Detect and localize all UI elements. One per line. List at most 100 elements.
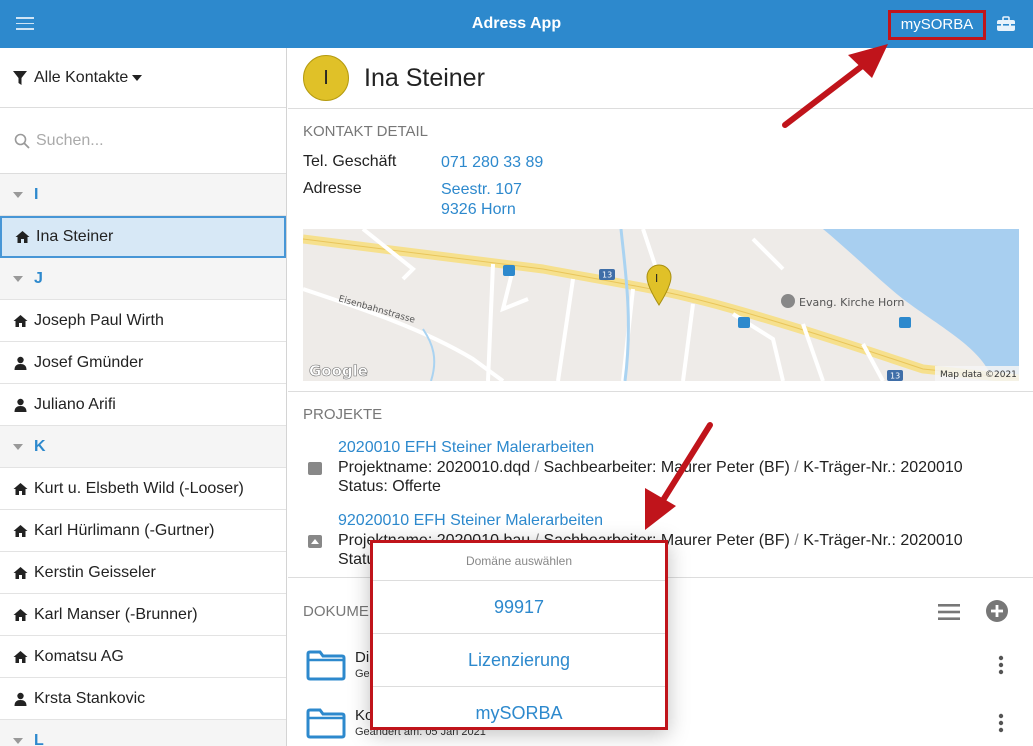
- group-letter: L: [34, 731, 44, 746]
- triangle-down-icon: [13, 191, 23, 198]
- phone-link[interactable]: 071 280 33 89: [441, 153, 543, 173]
- home-icon: [15, 231, 30, 243]
- contact-list-item[interactable]: Juliano Arifi: [0, 384, 286, 426]
- poi-label: Evang. Kirche Horn: [799, 296, 904, 309]
- contact-item-label: Kurt u. Elsbeth Wild (-Looser): [34, 479, 244, 497]
- contact-sidebar: Alle Kontakte I Ina Steiner J Joseph Paul W…: [0, 48, 287, 746]
- home-icon: [13, 566, 28, 579]
- contact-item-label: Karl Hürlimann (-Gurtner): [34, 521, 215, 539]
- contact-list: I Ina Steiner J Joseph Paul Wirth Josef Gmün…: [0, 174, 286, 746]
- map-graphic: 13 13 Eisenbahnstrasse Evang. Kirche Hor…: [303, 229, 1019, 381]
- group-letter: K: [34, 437, 46, 455]
- project-detail-part: K-Träger-Nr.: 2020010: [803, 458, 963, 476]
- list-view-icon[interactable]: [938, 603, 960, 621]
- group-header: K: [0, 426, 286, 468]
- google-logo: Google: [309, 362, 368, 380]
- home-icon: [13, 482, 28, 495]
- contact-item-label: Joseph Paul Wirth: [34, 311, 164, 329]
- person-icon: [14, 692, 27, 706]
- project-collapse-icon[interactable]: [308, 535, 322, 548]
- contact-item-label: Juliano Arifi: [34, 395, 116, 413]
- project-title-link[interactable]: 2020010 EFH Steiner Malerarbeiten: [338, 438, 963, 458]
- add-document-icon[interactable]: [986, 600, 1008, 622]
- contact-list-item[interactable]: Kerstin Geisseler: [0, 552, 286, 594]
- contact-item-label: Krsta Stankovic: [34, 689, 146, 707]
- more-vertical-icon[interactable]: [998, 655, 1004, 675]
- contact-item-label: Josef Gmünder: [34, 353, 144, 371]
- search-icon: [14, 133, 30, 149]
- filter-label: Alle Kontakte: [34, 68, 129, 86]
- project-title-link[interactable]: 92020010 EFH Steiner Malerarbeiten: [338, 511, 963, 531]
- search-input[interactable]: [36, 131, 266, 150]
- contact-list-item[interactable]: Krsta Stankovic: [0, 678, 286, 720]
- section-title-detail: KONTAKT DETAIL: [303, 123, 429, 140]
- document-name: Di: [355, 649, 370, 666]
- avatar: I: [303, 55, 349, 101]
- person-icon: [14, 398, 27, 412]
- project-details: Projektname: 2020010.dqd / Sachbearbeite…: [338, 458, 963, 476]
- app-title: Adress App: [471, 15, 562, 32]
- road-number-label: 13: [602, 271, 612, 280]
- filter-dropdown[interactable]: Alle Kontakte: [0, 48, 286, 108]
- address-label: Adresse: [303, 180, 362, 197]
- contact-list-item[interactable]: Kurt u. Elsbeth Wild (-Looser): [0, 468, 286, 510]
- section-title-documents: DOKUME: [303, 603, 369, 620]
- contact-list-item[interactable]: Karl Hürlimann (-Gurtner): [0, 510, 286, 552]
- group-letter: J: [34, 269, 43, 287]
- triangle-down-icon: [13, 737, 23, 744]
- contact-item-label: Ina Steiner: [36, 228, 114, 245]
- domain-option-lizenzierung[interactable]: Lizenzierung: [373, 634, 665, 687]
- project-detail-part: Projektname: 2020010.dqd: [338, 458, 531, 476]
- project-status: Status: Offerte: [338, 478, 441, 495]
- group-header: I: [0, 174, 286, 216]
- project-detail-part: K-Träger-Nr.: 2020010: [803, 531, 963, 549]
- triangle-down-icon: [13, 443, 23, 450]
- home-icon: [13, 608, 28, 621]
- contact-list-item[interactable]: Josef Gmünder: [0, 342, 286, 384]
- map-attribution: Map data ©2021: [940, 370, 1017, 380]
- more-vertical-icon[interactable]: [998, 713, 1004, 733]
- home-icon: [13, 314, 28, 327]
- map-view[interactable]: 13 13 Eisenbahnstrasse Evang. Kirche Hor…: [303, 229, 1019, 381]
- group-header: L: [0, 720, 286, 746]
- contact-list-item[interactable]: Karl Manser (-Brunner): [0, 594, 286, 636]
- domain-option-mysorba[interactable]: mySORBA: [373, 687, 665, 740]
- contact-item-label: Kerstin Geisseler: [34, 563, 156, 581]
- contact-list-item[interactable]: Komatsu AG: [0, 636, 286, 678]
- address-line-2: 9326 Horn: [441, 201, 516, 218]
- folder-icon: [306, 708, 346, 739]
- contact-item-label: Karl Manser (-Brunner): [34, 605, 198, 623]
- top-bar: Adress App mySORBA: [0, 0, 1033, 48]
- document-modified: Ge: [355, 668, 370, 680]
- filter-icon: [13, 70, 27, 85]
- domain-popover: Domäne auswählen 99917 Lizenzierung mySO…: [370, 540, 668, 730]
- folder-icon: [306, 650, 346, 681]
- project-detail-part: Sachbearbeiter: Maurer Peter (BF): [543, 458, 790, 476]
- contact-header: I Ina Steiner: [288, 48, 1033, 109]
- address-line-1: Seestr. 107: [441, 181, 522, 198]
- contact-detail-section: KONTAKT DETAIL Tel. Geschäft 071 280 33 8…: [288, 110, 1033, 392]
- project-status-square-icon: [308, 462, 322, 475]
- group-letter: I: [34, 185, 39, 203]
- contact-name: Ina Steiner: [364, 63, 485, 92]
- contact-list-item[interactable]: Ina Steiner: [0, 216, 286, 258]
- group-header: J: [0, 258, 286, 300]
- home-icon: [13, 650, 28, 663]
- phone-row: Tel. Geschäft 071 280 33 89: [303, 153, 543, 173]
- triangle-down-icon: [13, 275, 23, 282]
- domain-button[interactable]: mySORBA: [888, 10, 986, 40]
- map-pin-letter: I: [655, 272, 658, 285]
- home-icon: [13, 524, 28, 537]
- project-item[interactable]: 2020010 EFH Steiner Malerarbeiten Projekt…: [308, 438, 963, 497]
- search-bar: [0, 108, 286, 174]
- address-link[interactable]: Seestr. 107 9326 Horn: [441, 180, 522, 220]
- phone-label: Tel. Geschäft: [303, 153, 397, 170]
- road-number-label-2: 13: [890, 372, 900, 381]
- toolbox-icon[interactable]: [996, 16, 1016, 32]
- popover-title: Domäne auswählen: [373, 543, 665, 581]
- caret-down-icon: [132, 74, 143, 81]
- contact-item-label: Komatsu AG: [34, 647, 124, 665]
- domain-option-99917[interactable]: 99917: [373, 581, 665, 634]
- contact-list-item[interactable]: Joseph Paul Wirth: [0, 300, 286, 342]
- person-icon: [14, 356, 27, 370]
